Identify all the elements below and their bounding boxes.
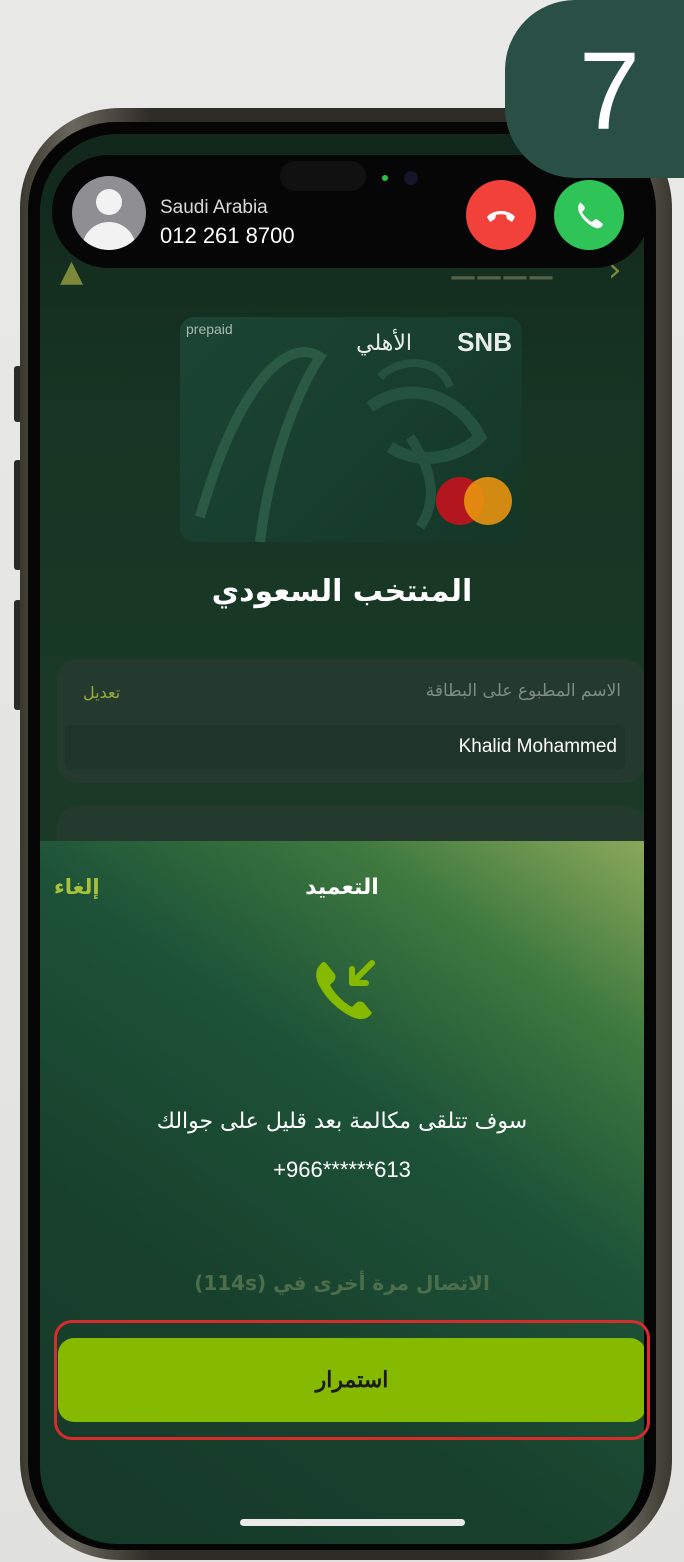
avatar [72,176,146,250]
mastercard-icon-orange [464,477,512,525]
bank-logo-latin: SNB [457,327,512,357]
field-label: الاسم المطبوع على البطاقة [425,681,621,701]
retry-timer: الاتصال مرة أخرى في (114s) [194,1271,490,1295]
printed-name-field: الاسم المطبوع على البطاقة تعديل Khalid M… [57,659,644,783]
camera-lens [404,171,418,185]
caller-region: Saudi Arabia [160,197,268,218]
edit-link[interactable]: تعديل [83,683,120,702]
phone-icon [578,202,603,229]
home-indicator [240,1519,465,1526]
sheet-title: التعميد [305,875,379,900]
incoming-call-icon [316,960,375,1020]
caller-number: 012 261 8700 [160,223,295,248]
avatar-head [96,189,122,215]
decline-call-button[interactable] [466,180,536,250]
button-highlight-outline [54,1320,650,1440]
printed-name-value: Khalid Mohammed [65,725,625,769]
camera-indicator-dot [382,175,388,181]
bank-logo-arabic: الأهلي [356,331,412,356]
call-message: سوف تتلقى مكالمة بعد قليل على جوالك [156,1109,528,1134]
card-image: prepaid SNB الأهلي [180,317,522,542]
card-type-label: prepaid [186,321,233,337]
step-number: 7 [578,29,641,153]
step-badge: 7 [505,0,684,178]
dynamic-island-camera [280,161,366,191]
card-name: المنتخب السعودي [211,574,473,609]
avatar-body [82,222,136,250]
accept-call-button[interactable] [554,180,624,250]
masked-phone-number: +966******613 [273,1157,411,1182]
phone-hangup-icon [487,211,515,222]
